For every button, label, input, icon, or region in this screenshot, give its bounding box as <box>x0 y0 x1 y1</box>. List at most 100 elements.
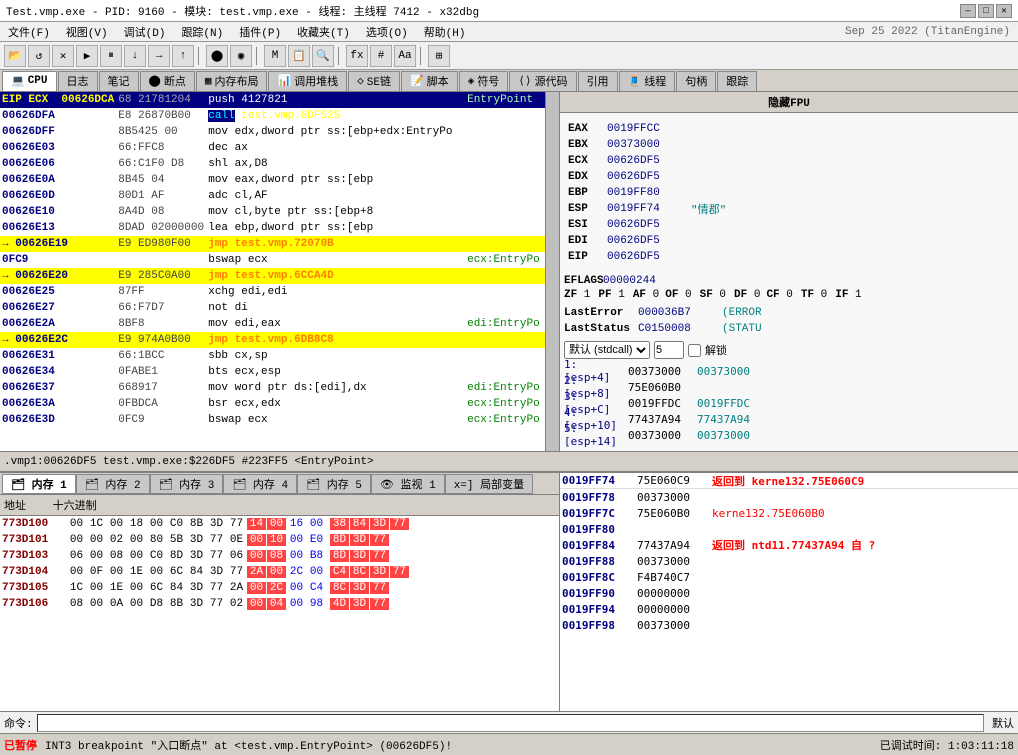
disasm-row[interactable]: EIP ECX 00626DCA 68 21781204 push 412782… <box>0 92 545 108</box>
disasm-row[interactable]: 00626E3A 0FBDCA bsr ecx,edx ecx:EntryPo <box>0 396 545 412</box>
mem-tab-2[interactable]: 🗂 内存 2 <box>76 474 150 494</box>
disasm-row[interactable]: 00626E0D 80D1 AF adc cl,AF <box>0 188 545 204</box>
tab-callstack[interactable]: 📊 调用堆栈 <box>268 71 347 91</box>
disasm-scrollbar[interactable] <box>545 92 559 451</box>
register-row[interactable]: EAX 0019FFCC <box>568 121 1010 137</box>
toolbar-step-out[interactable]: ↑ <box>172 45 194 67</box>
disasm-row[interactable]: → 00626E2C E9 974A0B00 jmp test.vmp.6DB8… <box>0 332 545 348</box>
flag-item[interactable]: ZF 1 <box>564 289 590 301</box>
menu-view[interactable]: 视图(V) <box>62 23 112 41</box>
resolve-checkbox[interactable] <box>688 344 701 357</box>
register-row[interactable]: ESP 0019FF74 "情郡" <box>568 201 1010 217</box>
disasm-row[interactable]: → 00626E20 E9 285C0A00 jmp test.vmp.6CCA… <box>0 268 545 284</box>
disasm-row[interactable]: 00626E37 668917 mov word ptr ds:[edi],dx… <box>0 380 545 396</box>
register-row[interactable]: EIP 00626DF5 <box>568 249 1010 265</box>
flag-item[interactable]: IF 1 <box>835 289 861 301</box>
mem-byte: C0 <box>147 550 166 562</box>
toolbar-step-into[interactable]: ↓ <box>124 45 146 67</box>
tab-handle[interactable]: 句柄 <box>676 71 716 91</box>
disasm-row[interactable]: → 00626E19 E9 ED980F00 jmp test.vmp.7207… <box>0 236 545 252</box>
fpu-toggle[interactable]: 隐藏FPU <box>560 92 1018 113</box>
toolbar-pause[interactable]: ⏸ <box>100 45 122 67</box>
tab-trace[interactable]: 跟踪 <box>717 71 757 91</box>
flag-item[interactable]: CF 0 <box>766 289 792 301</box>
tab-note[interactable]: 笔记 <box>99 71 139 91</box>
disasm-row[interactable]: 00626E34 0FABE1 bts ecx,esp <box>0 364 545 380</box>
toolbar-restart[interactable]: ↺ <box>28 45 50 67</box>
tab-cpu[interactable]: 💻 CPU <box>2 71 57 91</box>
toolbar-fx[interactable]: fx <box>346 45 368 67</box>
menu-help[interactable]: 帮助(H) <box>420 23 470 41</box>
disasm-row[interactable]: 00626E3D 0FC9 bswap ecx ecx:EntryPo <box>0 412 545 428</box>
cmd-input[interactable] <box>37 714 984 732</box>
menu-plugin[interactable]: 插件(P) <box>235 23 285 41</box>
disasm-row[interactable]: 00626E13 8DAD 02000000 lea ebp,dword ptr… <box>0 220 545 236</box>
tab-symbol[interactable]: ◈ 符号 <box>459 71 509 91</box>
mem-tab-locals[interactable]: x=] 局部变量 <box>445 474 533 494</box>
tab-bp[interactable]: ⬤ 断点 <box>140 71 195 91</box>
register-row[interactable]: EBX 00373000 <box>568 137 1010 153</box>
tab-script-label: 脚本 <box>427 73 449 89</box>
tab-source[interactable]: ⟨⟩ 源代码 <box>509 71 576 91</box>
menu-file[interactable]: 文件(F) <box>4 23 54 41</box>
disasm-row[interactable]: 00626E2A 8BF8 mov edi,eax edi:EntryPo <box>0 316 545 332</box>
disasm-row[interactable]: 00626E27 66:F7D7 not di <box>0 300 545 316</box>
register-row[interactable]: ESI 00626DF5 <box>568 217 1010 233</box>
disasm-row[interactable]: 00626DFF 8B5425 00 mov edx,dword ptr ss:… <box>0 124 545 140</box>
disasm-row[interactable]: 00626E0A 8B45 04 mov eax,dword ptr ss:[e… <box>0 172 545 188</box>
calling-conv-select[interactable]: 默认 (stdcall) <box>564 341 650 359</box>
register-row[interactable]: EDI 00626DF5 <box>568 233 1010 249</box>
toolbar-extra[interactable]: ⊞ <box>428 45 450 67</box>
flag-item[interactable]: PF 1 <box>598 289 624 301</box>
menu-debug[interactable]: 调试(D) <box>120 23 170 41</box>
disasm-row[interactable]: 00626E25 87FF xchg edi,edi <box>0 284 545 300</box>
close-button[interactable]: ✕ <box>996 4 1012 18</box>
mem-byte-right: 8D <box>330 550 349 562</box>
disasm-row[interactable]: 00626DFA E8 26870B00 call test.vmp.6DF52… <box>0 108 545 124</box>
tab-log[interactable]: 日志 <box>58 71 98 91</box>
minimize-button[interactable]: — <box>960 4 976 18</box>
memory-row: 773D10306000800C08D3D7706000800B88D3D77 <box>0 548 559 564</box>
flag-item[interactable]: SF 0 <box>700 289 726 301</box>
toolbar-aa[interactable]: Aa <box>394 45 416 67</box>
register-row[interactable]: EDX 00626DF5 <box>568 169 1010 185</box>
toolbar-run[interactable]: ▶ <box>76 45 98 67</box>
toolbar-log[interactable]: 📋 <box>288 45 310 67</box>
mem-tab-5[interactable]: 🗂 内存 5 <box>297 474 371 494</box>
register-row[interactable]: EBP 0019FF80 <box>568 185 1010 201</box>
disasm-row[interactable]: 00626E03 66:FFC8 dec ax <box>0 140 545 156</box>
register-row[interactable]: ECX 00626DF5 <box>568 153 1010 169</box>
toolbar-mem[interactable]: M <box>264 45 286 67</box>
toolbar-step-over[interactable]: → <box>148 45 170 67</box>
mem-tab-4[interactable]: 🗂 内存 4 <box>223 474 297 494</box>
toolbar-hash[interactable]: # <box>370 45 392 67</box>
disasm-row[interactable]: 00626E31 66:1BCC sbb cx,sp <box>0 348 545 364</box>
disasm-row[interactable]: 00626E10 8A4D 08 mov cl,byte ptr ss:[ebp… <box>0 204 545 220</box>
menu-options[interactable]: 选项(O) <box>362 23 412 41</box>
mem-byte: 6C <box>167 566 186 578</box>
tab-thread[interactable]: 🧵 线程 <box>619 71 676 91</box>
toolbar-bp2[interactable]: ◉ <box>230 45 252 67</box>
toolbar-ref[interactable]: 🔍 <box>312 45 334 67</box>
toolbar-open[interactable]: 📂 <box>4 45 26 67</box>
tab-ref[interactable]: 引用 <box>578 71 618 91</box>
disasm-row[interactable]: 0FC9 bswap ecx ecx:EntryPo <box>0 252 545 268</box>
tab-se[interactable]: ◇ SE链 <box>348 71 400 91</box>
maximize-button[interactable]: □ <box>978 4 994 18</box>
menu-trace[interactable]: 跟踪(N) <box>177 23 227 41</box>
mem-tab-watch[interactable]: 👁 监视 1 <box>371 474 445 494</box>
flag-item[interactable]: AF 0 <box>633 289 659 301</box>
mem-tab-1[interactable]: 🗂 内存 1 <box>2 474 76 494</box>
tab-mem-map[interactable]: ▦ 内存布局 <box>196 71 268 91</box>
stack-depth-input[interactable] <box>654 341 684 359</box>
disasm-row[interactable]: 00626E06 66:C1F0 D8 shl ax,D8 <box>0 156 545 172</box>
tab-script[interactable]: 📝 脚本 <box>401 71 458 91</box>
ret-addr: 0019FF80 <box>562 523 637 536</box>
toolbar-close[interactable]: ✕ <box>52 45 74 67</box>
flag-item[interactable]: OF 0 <box>665 289 691 301</box>
flag-item[interactable]: TF 0 <box>801 289 827 301</box>
flag-item[interactable]: DF 0 <box>734 289 760 301</box>
mem-tab-3[interactable]: 🗂 内存 3 <box>150 474 224 494</box>
menu-bookmarks[interactable]: 收藏夹(T) <box>293 23 354 41</box>
toolbar-bp[interactable]: ⬤ <box>206 45 228 67</box>
